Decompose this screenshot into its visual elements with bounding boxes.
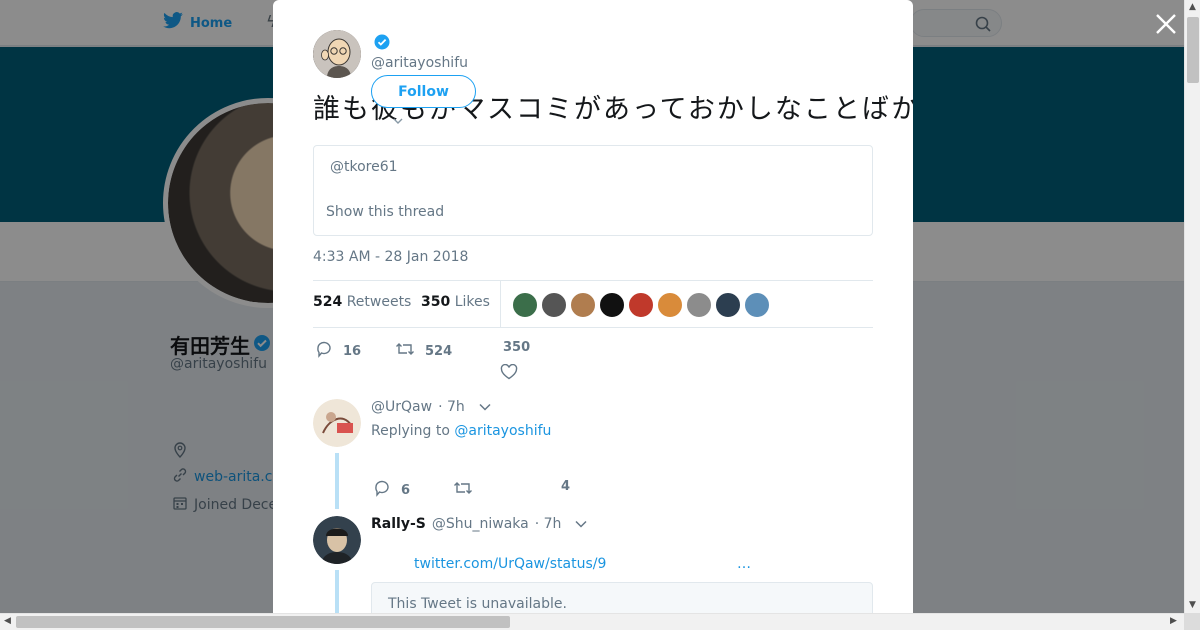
thread-line xyxy=(335,570,339,613)
heart-icon[interactable] xyxy=(500,364,518,380)
retweet-count: 524 xyxy=(425,343,453,359)
horizontal-scroll-thumb[interactable] xyxy=(16,616,510,628)
thread-line xyxy=(335,453,339,509)
replying-prefix: Replying to xyxy=(371,423,450,439)
retweets-stat-label: Retweets xyxy=(346,294,412,310)
horizontal-scrollbar[interactable]: ◀ ▶ xyxy=(0,613,1184,630)
reply-tweet[interactable]: Rally-S @Shu_niwaka · 7h twitter.com/UrQ… xyxy=(313,516,873,613)
retweets-stat-count: 524 xyxy=(313,294,343,310)
likes-stat[interactable]: 350 Likes xyxy=(421,294,490,310)
reply-time[interactable]: · 7h xyxy=(438,399,465,415)
tweet-timestamp[interactable]: 4:33 AM - 28 Jan 2018 xyxy=(313,249,468,265)
tweet-author-handle[interactable]: @aritayoshifu xyxy=(371,55,468,71)
liker-avatar[interactable] xyxy=(570,292,596,318)
retweet-icon xyxy=(453,479,473,501)
reply-header: @UrQaw · 7h xyxy=(371,399,491,415)
retweet-action[interactable] xyxy=(453,479,473,501)
stats-divider xyxy=(500,281,501,327)
reply-tweet[interactable]: @UrQaw · 7h Replying to @aritayoshifu 6 xyxy=(313,399,873,509)
scroll-up-icon[interactable]: ▲ xyxy=(1189,2,1196,12)
like-count-action[interactable]: 350 xyxy=(503,340,530,355)
liker-avatar[interactable] xyxy=(541,292,567,318)
retweets-stat[interactable]: 524 Retweets xyxy=(313,294,411,310)
scroll-left-icon[interactable]: ◀ xyxy=(4,616,11,626)
retweet-icon xyxy=(395,340,415,362)
reply-handle[interactable]: @Shu_niwaka xyxy=(432,516,529,532)
like-count: 350 xyxy=(503,340,531,355)
liker-avatar[interactable] xyxy=(512,292,538,318)
quote-handle[interactable]: @tkore61 xyxy=(330,159,398,175)
retweet-action[interactable]: 524 xyxy=(395,340,452,362)
unavailable-tweet-box: This Tweet is unavailable. xyxy=(371,582,873,613)
tweet-author-avatar[interactable] xyxy=(313,30,361,78)
reply-author-avatar[interactable] xyxy=(313,399,361,447)
reply-count: 6 xyxy=(401,482,411,498)
replying-to-line: Replying to @aritayoshifu xyxy=(371,423,551,439)
chevron-down-icon[interactable] xyxy=(393,110,403,124)
scrollbar-corner xyxy=(1184,613,1200,630)
vertical-scrollbar[interactable]: ▲ ▼ xyxy=(1184,0,1200,613)
scroll-right-icon[interactable]: ▶ xyxy=(1170,616,1177,626)
like-count-action[interactable]: 4 xyxy=(561,479,570,494)
replying-to-link[interactable]: @aritayoshifu xyxy=(454,423,551,439)
link-ellipsis[interactable]: … xyxy=(737,556,751,572)
reply-handle[interactable]: @UrQaw xyxy=(371,399,432,415)
reply-time[interactable]: · 7h xyxy=(535,516,562,532)
quoted-tweet-box[interactable]: @tkore61 Show this thread xyxy=(313,145,873,236)
liker-avatars xyxy=(512,292,770,318)
liker-avatar[interactable] xyxy=(715,292,741,318)
chevron-down-icon[interactable] xyxy=(479,399,491,415)
unavailable-text: This Tweet is unavailable. xyxy=(388,596,567,612)
liker-avatar[interactable] xyxy=(628,292,654,318)
verified-badge-icon xyxy=(374,34,390,54)
liker-avatar[interactable] xyxy=(599,292,625,318)
tweet-permalink-modal: @aritayoshifu 誰も彼もがマスコミがあっておかしなことばかりだと思い… xyxy=(273,0,913,613)
show-thread-link[interactable]: Show this thread xyxy=(326,204,444,220)
chevron-down-icon[interactable] xyxy=(575,516,587,532)
scroll-down-icon[interactable]: ▼ xyxy=(1189,600,1196,610)
reply-header: Rally-S @Shu_niwaka · 7h xyxy=(371,516,587,532)
reply-action[interactable]: 6 xyxy=(373,479,410,501)
reply-count: 16 xyxy=(343,343,362,359)
reply-icon xyxy=(315,340,333,362)
liker-avatar[interactable] xyxy=(744,292,770,318)
likes-stat-label: Likes xyxy=(454,294,490,310)
reply-actions: 6 4 xyxy=(371,479,671,503)
like-count: 4 xyxy=(561,479,571,494)
tweet-actions: 16 524 350 xyxy=(313,340,873,380)
liker-avatar[interactable] xyxy=(686,292,712,318)
reply-action[interactable]: 16 xyxy=(315,340,361,362)
reply-icon xyxy=(373,479,391,501)
reply-author-avatar[interactable] xyxy=(313,516,361,564)
likes-stat-count: 350 xyxy=(421,294,451,310)
liker-avatar[interactable] xyxy=(657,292,683,318)
vertical-scroll-thumb[interactable] xyxy=(1187,17,1199,83)
tweet-stats-bar: 524 Retweets 350 Likes xyxy=(313,280,873,328)
reply-name[interactable]: Rally-S xyxy=(371,516,426,532)
close-modal-icon[interactable] xyxy=(1154,12,1178,36)
follow-button[interactable]: Follow xyxy=(371,75,476,108)
tweet-link[interactable]: twitter.com/UrQaw/status/9 xyxy=(414,556,606,572)
